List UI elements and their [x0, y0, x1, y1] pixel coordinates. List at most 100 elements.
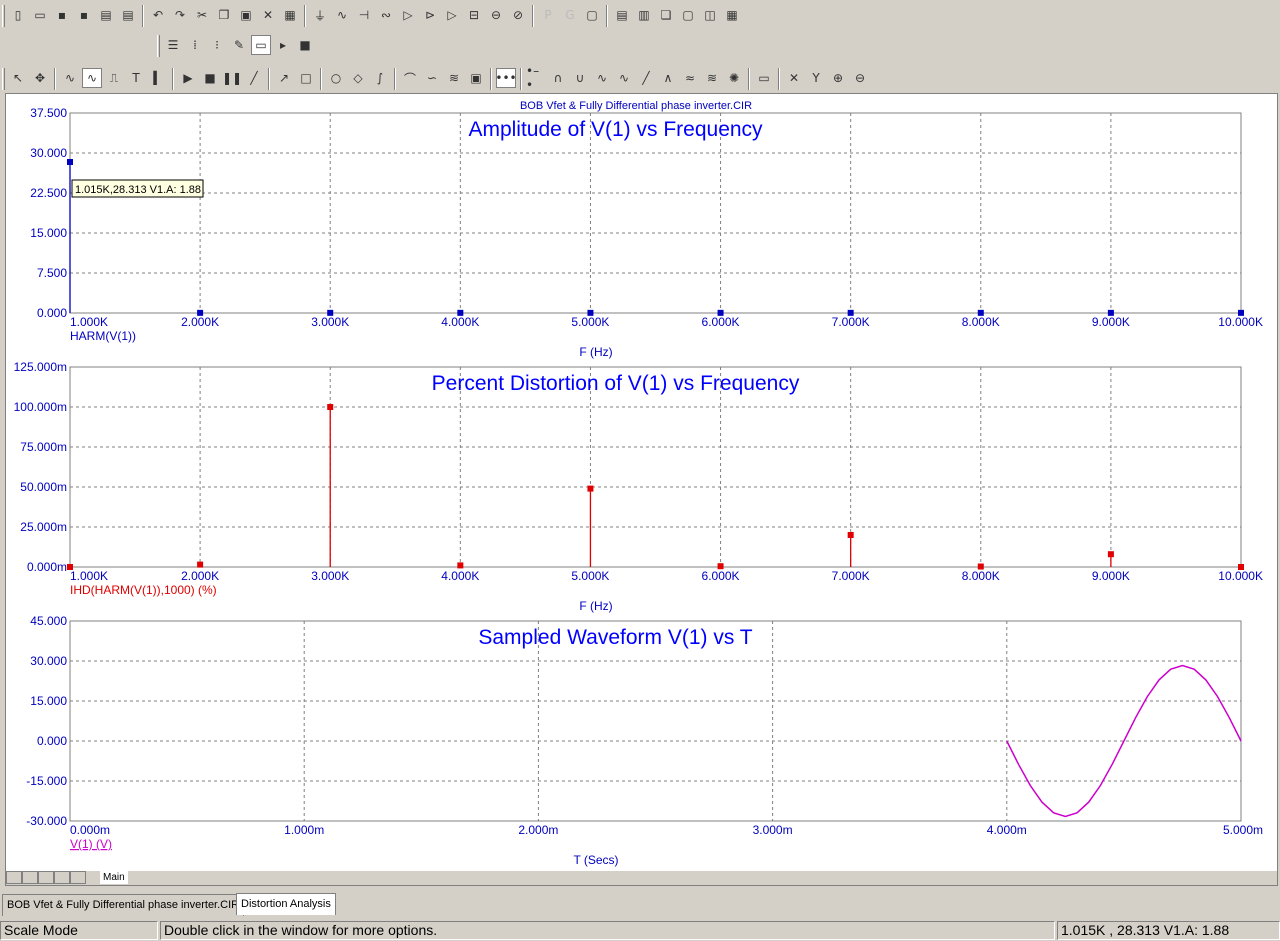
sheet-nav-buttons[interactable]: [6, 871, 94, 884]
inflection-icon[interactable]: ∧: [658, 68, 678, 88]
plot-frame: [69, 620, 1242, 822]
scale-icon[interactable]: ✥: [30, 68, 50, 88]
animate-icon[interactable]: ✺: [724, 68, 744, 88]
y-cursor-icon[interactable]: Y: [806, 68, 826, 88]
probe-icon[interactable]: ⊘: [508, 5, 528, 25]
transistor-icon[interactable]: ⊳: [420, 5, 440, 25]
diode-icon[interactable]: ▷: [398, 5, 418, 25]
maximize-icon[interactable]: ▢: [678, 5, 698, 25]
source-icon[interactable]: ⊖: [486, 5, 506, 25]
slope-icon[interactable]: ╱: [636, 68, 656, 88]
zoom-in-icon[interactable]: ⊕: [828, 68, 848, 88]
cut-icon[interactable]: ✂: [192, 5, 212, 25]
print-icon[interactable]: ▤: [118, 5, 138, 25]
split-icon[interactable]: ◫: [700, 5, 720, 25]
window-icon[interactable]: ▢: [582, 5, 602, 25]
capacitor-icon[interactable]: ⊣: [354, 5, 374, 25]
sheet-nav-next[interactable]: [38, 871, 54, 884]
toolbar-grip[interactable]: [157, 35, 160, 57]
toolbar-grip[interactable]: [2, 5, 5, 27]
data-points-icon[interactable]: •••: [495, 68, 517, 88]
high-icon[interactable]: ∿: [592, 68, 612, 88]
curve-icon[interactable]: ∫: [370, 68, 390, 88]
cursor-mode-icon[interactable]: ∿: [60, 68, 80, 88]
scope-icon[interactable]: ▣: [466, 68, 486, 88]
analysis-limits-icon[interactable]: ▭: [251, 35, 271, 55]
peak-icon[interactable]: ∩: [548, 68, 568, 88]
resistor-icon[interactable]: ∿: [332, 5, 352, 25]
sheet-nav-prev[interactable]: [22, 871, 38, 884]
copy-icon[interactable]: ❐: [214, 5, 234, 25]
curve3-icon[interactable]: ∽: [422, 68, 442, 88]
doc-tab-circuit[interactable]: BOB Vfet & Fully Differential phase inve…: [2, 894, 245, 916]
stop-icon[interactable]: ■: [295, 35, 315, 55]
opamp-icon[interactable]: ▷: [442, 5, 462, 25]
analysis-plots[interactable]: BOB Vfet & Fully Differential phase inve…: [6, 94, 1277, 885]
toolbar-grip[interactable]: [2, 68, 5, 90]
document-tab-bar: BOB Vfet & Fully Differential phase inve…: [0, 892, 1280, 916]
sheet-nav-extra[interactable]: [70, 871, 86, 884]
line-tool-icon[interactable]: ╱: [244, 68, 264, 88]
p-text-icon[interactable]: P: [538, 5, 558, 25]
doc-tab-distortion-analysis[interactable]: Distortion Analysis: [236, 893, 336, 915]
global-low-icon[interactable]: ≋: [702, 68, 722, 88]
rect-icon[interactable]: □: [296, 68, 316, 88]
valley-icon[interactable]: ∪: [570, 68, 590, 88]
x-tick-label: 7.000K: [832, 569, 870, 583]
stop-icon[interactable]: ■: [200, 68, 220, 88]
battery-icon[interactable]: ⊟: [464, 5, 484, 25]
grid-icon[interactable]: ▦: [280, 5, 300, 25]
zoom-icon[interactable]: ▭: [754, 68, 774, 88]
global-high-icon[interactable]: ≈: [680, 68, 700, 88]
plot-waveform[interactable]: 45.000 30.000 15.000 0.000 -15.000 -30.0000.0…: [26, 614, 1263, 867]
g-text-icon[interactable]: G: [560, 5, 580, 25]
x-tick-label: 3.000m: [753, 823, 793, 837]
tokens-icon[interactable]: •–•: [526, 64, 546, 92]
plot-amplitude[interactable]: 37.500 30.000 22.500 15.000 7.500 0.0001.000K…: [30, 106, 1263, 359]
text-icon[interactable]: T: [126, 68, 146, 88]
new-file-icon[interactable]: ▯: [8, 5, 28, 25]
properties-icon[interactable]: ☰: [163, 35, 183, 55]
curve4-icon[interactable]: ≋: [444, 68, 464, 88]
undo-icon[interactable]: ↶: [148, 5, 168, 25]
waveform-icon[interactable]: ∿: [82, 68, 102, 88]
low-icon[interactable]: ∿: [614, 68, 634, 88]
node-numbers-icon[interactable]: ⁝: [207, 35, 227, 55]
open-file-icon[interactable]: ▭: [30, 5, 50, 25]
pause-icon[interactable]: ❚❚: [222, 68, 242, 88]
redo-icon[interactable]: ↷: [170, 5, 190, 25]
ellipse-icon[interactable]: ○: [326, 68, 346, 88]
pulse-icon[interactable]: ⎍: [104, 68, 124, 88]
print-preview-icon[interactable]: ▤: [96, 5, 116, 25]
arrow-tool-icon[interactable]: ↗: [274, 68, 294, 88]
curve2-icon[interactable]: ⌒: [400, 68, 420, 88]
plot-area[interactable]: BOB Vfet & Fully Differential phase inve…: [5, 93, 1278, 886]
save-as-icon[interactable]: ▪: [74, 5, 94, 25]
sheet-nav-first[interactable]: [6, 871, 22, 884]
tile-horizontal-icon[interactable]: ▤: [612, 5, 632, 25]
tile-vertical-icon[interactable]: ▥: [634, 5, 654, 25]
cascade-icon[interactable]: ❏: [656, 5, 676, 25]
align-icon[interactable]: ⁞: [185, 35, 205, 55]
plot-window-title: BOB Vfet & Fully Differential phase inve…: [520, 100, 752, 112]
line-icon[interactable]: ▍: [148, 68, 168, 88]
sheet-nav-last[interactable]: [54, 871, 70, 884]
scroll-corner[interactable]: [1263, 871, 1277, 885]
ground-icon[interactable]: ⏚: [310, 5, 330, 25]
x-cursor-icon[interactable]: ✕: [784, 68, 804, 88]
secondary-toolbar: ☰ ⁞ ⁝ ✎ ▭ ▸ ■: [155, 32, 327, 60]
pin-icon[interactable]: ✎: [229, 35, 249, 55]
delete-icon[interactable]: ✕: [258, 5, 278, 25]
plot-distortion[interactable]: 125.000m 100.000m 75.000m 50.000m 25.000m 0.0…: [14, 360, 1263, 613]
paste-icon[interactable]: ▣: [236, 5, 256, 25]
zoom-out-icon[interactable]: ⊖: [850, 68, 870, 88]
sheet-tab-main[interactable]: Main: [100, 871, 128, 884]
save-icon[interactable]: ▪: [52, 5, 72, 25]
diamond-icon[interactable]: ◇: [348, 68, 368, 88]
status-readout: 1.015K , 28.313 V1.A: 1.88: [1057, 921, 1280, 940]
calculator-icon[interactable]: ▦: [722, 5, 742, 25]
play-icon[interactable]: ▶: [178, 68, 198, 88]
run-icon[interactable]: ▸: [273, 35, 293, 55]
select-arrow-icon[interactable]: ↖: [8, 68, 28, 88]
inductor-icon[interactable]: ∾: [376, 5, 396, 25]
